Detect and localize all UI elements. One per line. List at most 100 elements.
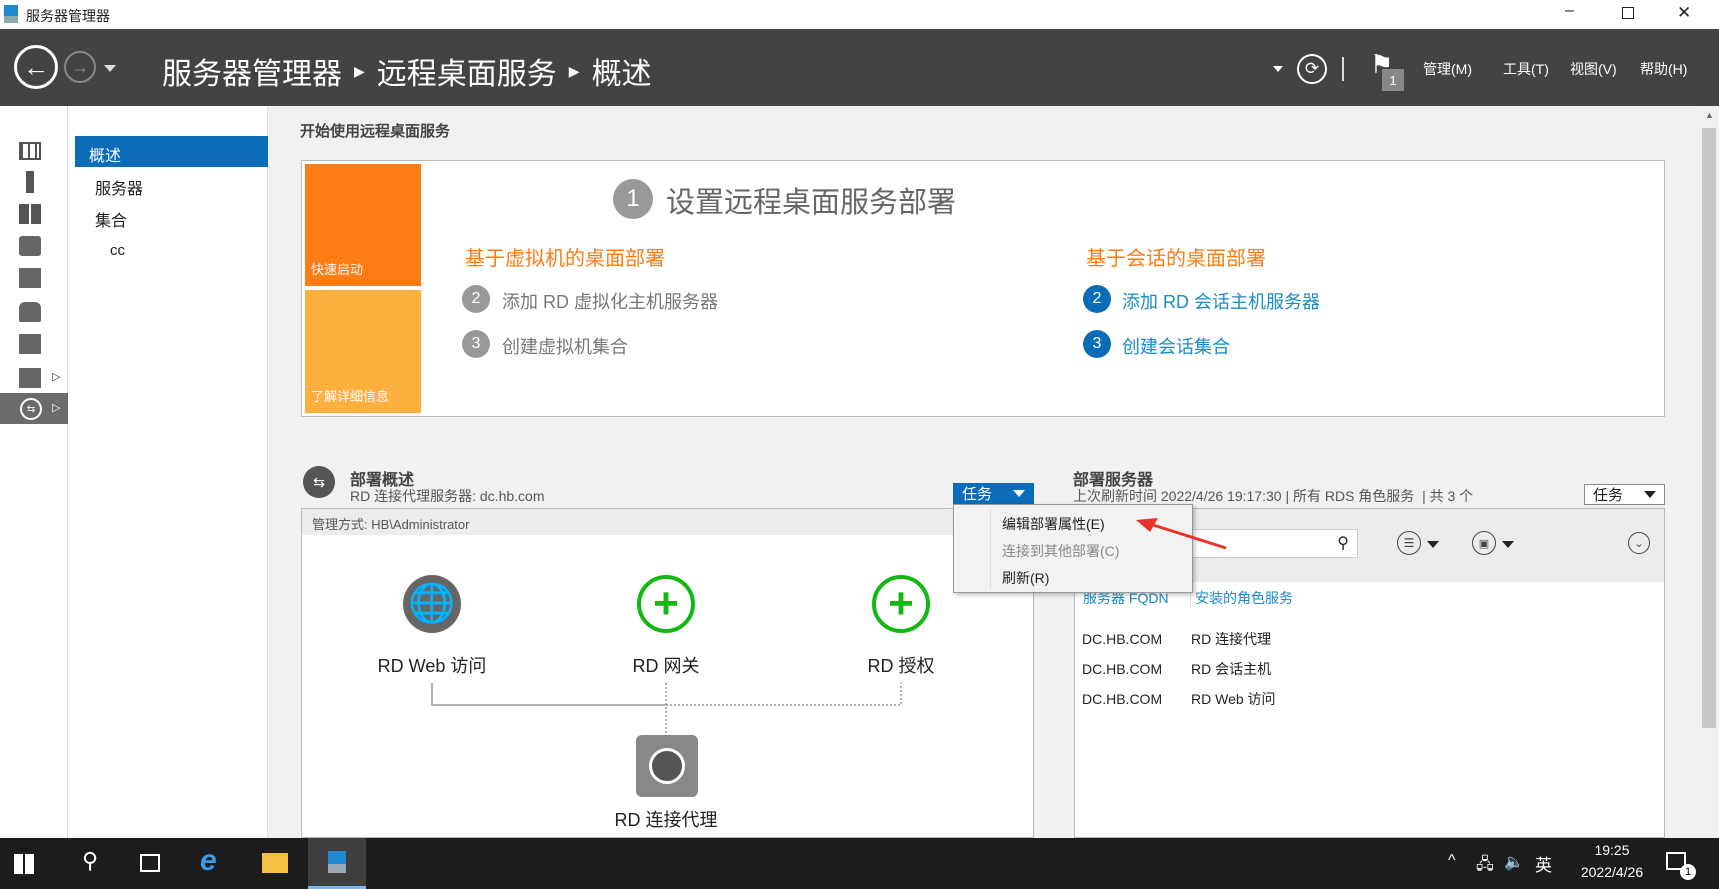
search-icon[interactable]: ⚲ (82, 848, 98, 874)
cell-role: RD 连接代理 (1191, 631, 1272, 647)
notification-badge: 1 (1680, 864, 1696, 880)
task-view-icon[interactable] (140, 854, 160, 872)
overview-tasks-button[interactable]: 任务 (953, 483, 1034, 504)
breadcrumb-item[interactable]: 远程桌面服务 (377, 49, 557, 93)
servers-subtitle: 上次刷新时间 2022/4/26 19:17:30 | 所有 RDS 角色服务 … (1073, 488, 1474, 504)
forward-button[interactable]: → (64, 51, 96, 83)
expand-icon: ▷ (52, 402, 61, 414)
menu-tools[interactable]: 工具(T) (1503, 59, 1549, 79)
cell-fqdn: DC.HB.COM (1082, 631, 1163, 647)
nav-item-overview[interactable]: 概述 (75, 136, 268, 167)
section-title: 开始使用远程桌面服务 (300, 123, 451, 140)
iis-icon[interactable] (19, 334, 41, 354)
notification-count: 1 (1382, 69, 1404, 91)
remote-desktop-icon: ⇆ (20, 398, 42, 420)
nav-label: 概述 (89, 148, 122, 165)
menu-help[interactable]: 帮助(H) (1640, 59, 1687, 79)
server-manager-icon (328, 851, 346, 873)
create-vm-collection-link: 创建虚拟机集合 (502, 337, 628, 357)
vertical-scrollbar[interactable]: ▲ (1699, 106, 1719, 838)
ad-ds-icon[interactable] (19, 236, 41, 256)
nav-item-servers[interactable]: 服务器 (95, 175, 143, 199)
maximize-button[interactable] (1622, 7, 1634, 19)
cell-fqdn: DC.HB.COM (1082, 661, 1163, 677)
step-number: 2 (462, 285, 490, 313)
create-session-collection-link[interactable]: 创建会话集合 (1122, 333, 1230, 359)
scrollbar-thumb[interactable] (1702, 128, 1716, 728)
expand-collapse-icon[interactable]: ⌄ (1628, 532, 1650, 554)
remote-desktop-services-nav[interactable]: ⇆ ▷ (0, 393, 68, 424)
taskbar: ⚲ e ^ 🖧 🔈 英 19:25 2022/4/26 1 (0, 838, 1719, 889)
title-bar: 服务器管理器 – ✕ (0, 0, 1719, 29)
minimize-button[interactable]: – (1565, 2, 1574, 20)
add-session-host-link[interactable]: 添加 RD 会话主机服务器 (1122, 288, 1320, 314)
input-method-indicator[interactable]: 英 (1535, 851, 1552, 876)
rd-licensing-label: RD 授权 (867, 656, 935, 676)
header: ← → 服务器管理器 ▶ 远程桌面服务 ▶ 概述 ⟳ ⚑ 1 管理(M) 工具(T)… (0, 29, 1719, 106)
rd-licensing-add-icon[interactable]: + (872, 575, 930, 633)
overview-subtitle: RD 连接代理服务器: dc.hb.com (350, 488, 545, 504)
start-button[interactable] (14, 854, 34, 874)
clock-date[interactable]: 2022/4/26 (1562, 864, 1662, 880)
menu-refresh[interactable]: 刷新(R) (1002, 568, 1049, 588)
servers-tasks-button[interactable]: 任务 (1584, 484, 1665, 505)
network-icon[interactable]: 🖧 (1476, 853, 1494, 880)
tasks-label: 任务 (962, 486, 993, 503)
local-server-icon[interactable] (26, 171, 34, 193)
rd-gateway-add-icon[interactable]: + (637, 575, 695, 633)
nav-item-collection-cc[interactable]: cc (110, 242, 125, 259)
table-row[interactable]: DC.HB.COM RD 会话主机 (1082, 659, 1271, 679)
ad-cs-icon[interactable] (19, 368, 41, 388)
save-query-icon[interactable]: ▣ (1472, 531, 1496, 555)
back-button[interactable]: ← (14, 45, 58, 89)
tile-learn-more[interactable]: 了解详细信息 (305, 290, 421, 413)
rd-connection-broker-icon[interactable] (636, 735, 698, 797)
internet-explorer-icon[interactable]: e (200, 844, 217, 878)
overview-panel: 管理方式: HB\Administrator 🌐 RD Web 访问 + RD … (301, 508, 1034, 838)
dropdown-icon[interactable] (1273, 66, 1283, 72)
step-number: 3 (462, 330, 490, 358)
column-header-roles[interactable]: 安装的角色服务 (1190, 588, 1293, 608)
breadcrumb-item: 概述 (591, 58, 652, 91)
rd-gateway-label: RD 网关 (632, 656, 700, 676)
app-icon (4, 5, 18, 23)
chevron-down-icon[interactable] (1427, 541, 1439, 548)
clock-time[interactable]: 19:25 (1587, 842, 1637, 858)
all-servers-icon[interactable] (19, 204, 41, 224)
cell-fqdn: DC.HB.COM (1082, 691, 1163, 707)
menu-edit-deployment-properties[interactable]: 编辑部署属性(E) (1002, 514, 1105, 534)
file-explorer-icon[interactable] (262, 853, 288, 873)
divider (1342, 57, 1344, 81)
table-row[interactable]: DC.HB.COM RD 连接代理 (1082, 629, 1271, 649)
breadcrumb: 服务器管理器 ▶ 远程桌面服务 ▶ 概述 (162, 49, 652, 93)
deployment-icon: ⇆ (303, 466, 335, 498)
server-manager-taskbar-button[interactable] (308, 838, 366, 889)
table-row[interactable]: DC.HB.COM RD Web 访问 (1082, 689, 1276, 709)
step-number: 1 (613, 179, 653, 219)
nav-item-collections[interactable]: 集合 (95, 207, 127, 231)
dashboard-icon[interactable] (19, 142, 41, 160)
rd-web-access-icon[interactable]: 🌐 (403, 575, 461, 633)
menu-view[interactable]: 视图(V) (1570, 59, 1617, 79)
file-storage-icon[interactable] (19, 268, 41, 288)
tile-label: 快速启动 (311, 262, 364, 277)
search-icon[interactable]: ⚲ (1337, 533, 1349, 553)
volume-icon[interactable]: 🔈 (1504, 852, 1524, 872)
quickstart-panel: 快速启动 了解详细信息 1 设置远程桌面服务部署 基于虚拟机的桌面部署 2 添加… (301, 160, 1665, 417)
cell-role: RD Web 访问 (1191, 691, 1276, 707)
rd-connection-broker-label: RD 连接代理 (614, 810, 718, 830)
list-options-icon[interactable]: ☰ (1397, 531, 1421, 555)
menu-manage[interactable]: 管理(M) (1423, 59, 1472, 79)
dns-icon[interactable] (19, 302, 41, 322)
step-title: 设置远程桌面服务部署 (666, 187, 957, 219)
tile-quick-start[interactable]: 快速启动 (305, 164, 421, 286)
history-dropdown[interactable] (104, 65, 116, 72)
rd-web-access-label: RD Web 访问 (377, 656, 487, 676)
breadcrumb-item[interactable]: 服务器管理器 (162, 49, 342, 93)
refresh-icon[interactable]: ⟳ (1297, 54, 1327, 84)
chevron-down-icon[interactable] (1502, 541, 1514, 548)
show-hidden-icons[interactable]: ^ (1448, 852, 1456, 870)
vm-heading: 基于虚拟机的桌面部署 (465, 248, 665, 270)
close-button[interactable]: ✕ (1677, 3, 1691, 23)
expand-icon[interactable]: ▷ (52, 370, 60, 383)
